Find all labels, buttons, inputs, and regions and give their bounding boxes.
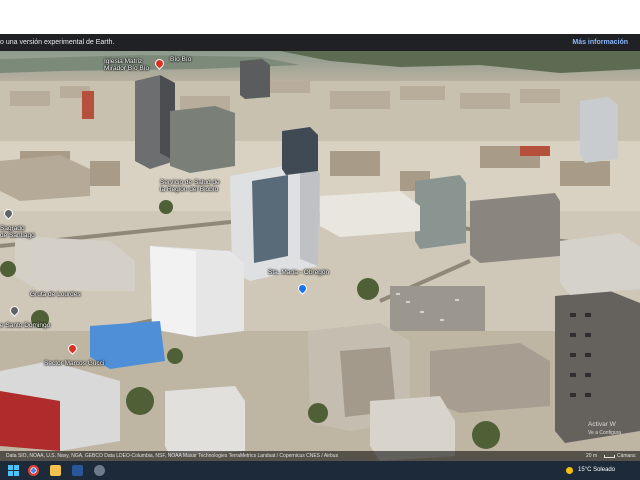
label-upper-left-tag: Bío Bío [170,56,192,63]
label-gruta[interactable]: Gruta de Lourdes [30,291,81,298]
more-info-link[interactable]: Más información [572,34,628,51]
label-health-service[interactable]: Servicio de Salud de la Región del Biobío [160,179,220,193]
watermark-title: Activar W [588,421,616,428]
label-lower-left-place[interactable]: Sector Marcos Gucci [44,360,104,367]
data-sources-text: Data SIO, NOAA, U.S. Navy, NGA, GEBCO Da… [6,453,339,459]
scale-text: 20 m [586,453,598,459]
aerial-city-imagery [0,51,640,461]
chrome-icon[interactable] [28,465,39,476]
weather-sun-icon [566,467,573,474]
weather-text[interactable]: 15°C Soleado [578,461,615,480]
blank-top-area [0,0,640,34]
scale-bar [604,455,615,458]
label-santo-domingo[interactable]: e Santo Domingo [0,322,50,329]
windows-icon[interactable] [8,465,19,476]
settings-icon[interactable] [94,465,105,476]
notice-message: o una versión experimental de Earth. [0,39,115,46]
explorer-icon[interactable] [50,465,61,476]
map-attribution-bar: Data SIO, NOAA, U.S. Navy, NGA, GEBCO Da… [0,451,640,469]
label-left-edge[interactable]: Sagrado de Santiago [0,225,35,239]
earth-3d-map-view[interactable]: Iglesia Matriz Mirador Bío Bío Bío Bío Se… [0,51,640,461]
windows-taskbar: 15°C Soleado [0,461,640,480]
word-icon[interactable] [72,465,83,476]
experimental-notice-bar: o una versión experimental de Earth. Más… [0,34,640,51]
activate-windows-watermark: Activar W Ve a Configura [588,421,621,437]
label-center-place[interactable]: Sta. María - Obregón [268,269,329,276]
watermark-subtitle: Ve a Configura [588,430,622,436]
label-upper-left-place[interactable]: Iglesia Matriz Mirador Bío Bío [104,58,149,72]
